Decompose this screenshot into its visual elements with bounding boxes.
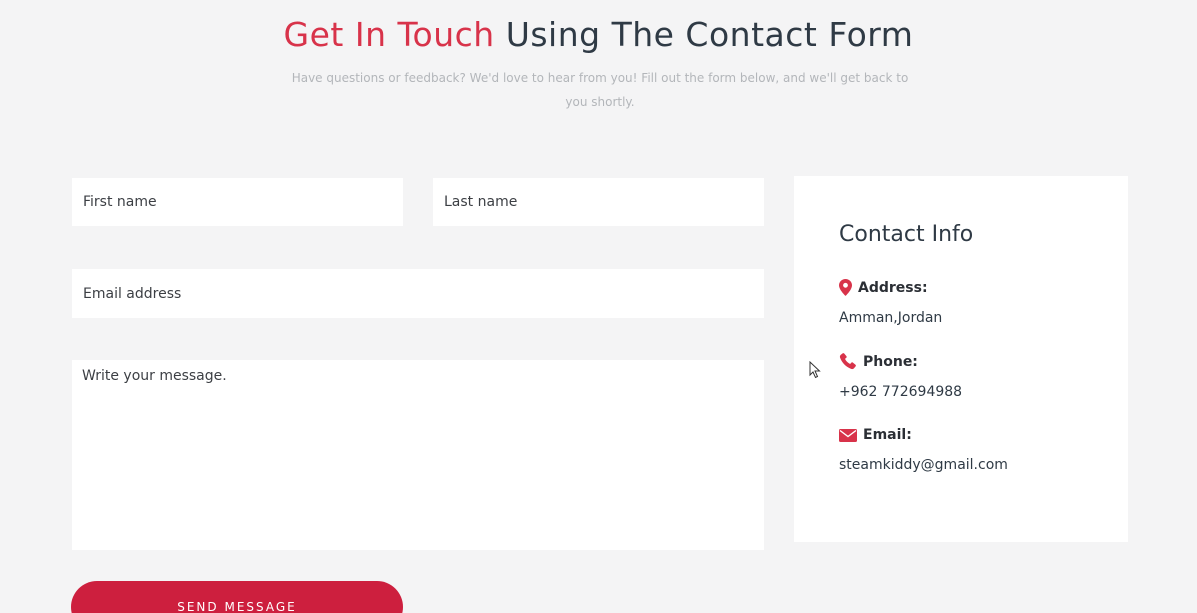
email-label: Email: [863, 427, 912, 443]
email-value: steamkiddy@gmail.com [839, 457, 1008, 473]
last-name-input[interactable] [433, 178, 764, 226]
address-value: Amman,Jordan [839, 310, 943, 326]
address-label: Address: [858, 279, 928, 296]
send-message-button[interactable]: SEND MESSAGE [71, 581, 403, 613]
contact-info-title: Contact Info [839, 222, 974, 247]
map-pin-icon [839, 279, 852, 296]
contact-info-card: Contact Info Address: Amman,Jordan Phone… [794, 176, 1128, 542]
page-subtitle: Have questions or feedback? We'd love to… [291, 71, 909, 109]
email-label-row: Email: [839, 427, 912, 443]
page-title-accent: Get In Touch [283, 15, 495, 54]
phone-value: +962 772694988 [839, 384, 963, 400]
phone-label: Phone: [863, 353, 918, 370]
email-input[interactable] [72, 269, 764, 318]
phone-icon [839, 353, 857, 370]
contact-page: Get In Touch Using The Contact Form Have… [0, 0, 1197, 613]
first-name-input[interactable] [72, 178, 403, 226]
mouse-cursor-icon [809, 360, 821, 383]
page-title: Get In Touch Using The Contact Form [0, 14, 1197, 56]
phone-label-row: Phone: [839, 353, 918, 370]
envelope-icon [839, 428, 857, 442]
address-label-row: Address: [839, 279, 928, 296]
message-textarea[interactable] [72, 360, 764, 550]
page-title-rest: Using The Contact Form [505, 15, 914, 54]
